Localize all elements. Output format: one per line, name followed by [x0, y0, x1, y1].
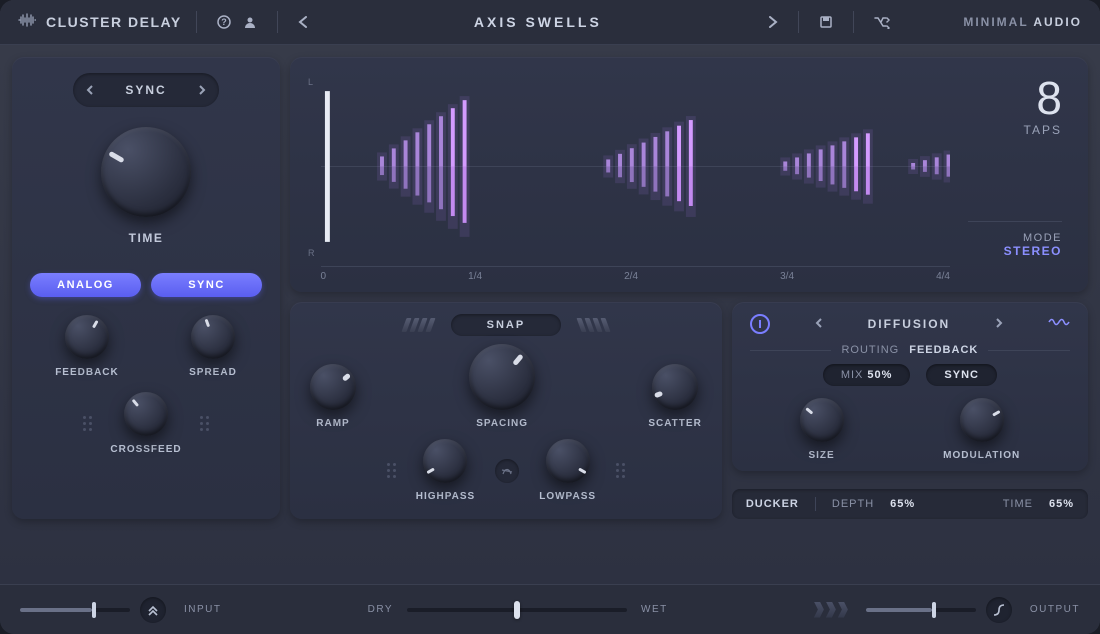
sync-button[interactable]: SYNC	[151, 273, 262, 297]
output-curve-button[interactable]	[986, 597, 1012, 623]
highpass-knob[interactable]	[423, 439, 467, 483]
viz-mode-label: MODE	[968, 232, 1062, 244]
input-label: INPUT	[184, 604, 222, 615]
dry-label: DRY	[368, 604, 393, 615]
diffusion-power-button[interactable]	[750, 314, 770, 334]
channel-l-label: L	[308, 77, 315, 87]
diffusion-title: DIFFUSION	[868, 317, 951, 331]
plugin-title: CLUSTER DELAY	[46, 14, 182, 30]
taps-count[interactable]: 8	[1024, 75, 1062, 121]
drag-handle-icon	[387, 463, 396, 478]
routing-value[interactable]: FEEDBACK	[909, 344, 978, 356]
ducker-depth-value[interactable]: 65%	[890, 498, 915, 510]
diffusion-next-button[interactable]	[991, 315, 1007, 333]
drag-handle-icon	[200, 416, 209, 431]
brand-label: MINIMAL AUDIO	[963, 15, 1082, 29]
filter-bypass-icon[interactable]	[495, 459, 519, 483]
save-button[interactable]	[813, 11, 839, 33]
axis-tick: 0	[321, 271, 327, 282]
input-slider[interactable]	[20, 608, 130, 612]
preset-next-button[interactable]	[762, 12, 784, 32]
preset-prev-button[interactable]	[292, 12, 314, 32]
svg-text:?: ?	[221, 17, 227, 27]
viz-mode-value[interactable]: STEREO	[968, 244, 1062, 258]
shuffle-button[interactable]	[868, 11, 896, 33]
time-mode-label: SYNC	[103, 79, 188, 101]
ducker-time-label: TIME	[1003, 498, 1033, 510]
scatter-label: SCATTER	[648, 418, 701, 429]
ducker-time-value[interactable]: 65%	[1049, 498, 1074, 510]
input-expand-button[interactable]	[140, 597, 166, 623]
output-slider[interactable]	[866, 608, 976, 612]
time-mode-next[interactable]	[189, 77, 215, 103]
wet-label: WET	[641, 604, 668, 615]
crossfeed-label: CROSSFEED	[110, 444, 181, 455]
drag-handle-icon	[616, 463, 625, 478]
spacing-label: SPACING	[476, 418, 528, 429]
time-knob-label: TIME	[129, 231, 164, 245]
ramp-knob[interactable]	[310, 364, 356, 410]
analog-button[interactable]: ANALOG	[30, 273, 141, 297]
feedback-knob[interactable]	[65, 315, 109, 359]
spacing-knob[interactable]	[469, 344, 535, 410]
feedback-label: FEEDBACK	[55, 367, 119, 378]
plugin-logo-icon	[18, 13, 36, 32]
axis-tick: 3/4	[780, 271, 794, 282]
highpass-label: HIGHPASS	[416, 491, 476, 502]
ramp-label: RAMP	[316, 418, 349, 429]
decoration-stripes-icon	[579, 318, 608, 332]
channel-r-label: R	[308, 248, 315, 258]
preset-name[interactable]: AXIS SWELLS	[314, 14, 762, 30]
user-button[interactable]	[237, 11, 263, 33]
lowpass-knob[interactable]	[546, 439, 590, 483]
axis-tick: 2/4	[624, 271, 638, 282]
taps-label: TAPS	[1024, 123, 1062, 137]
ducker-label: DUCKER	[746, 498, 799, 510]
lowpass-label: LOWPASS	[539, 491, 596, 502]
axis-tick: 4/4	[936, 271, 950, 282]
size-label: SIZE	[808, 450, 834, 461]
decoration-chevrons-icon	[814, 602, 848, 618]
axis-tick: 1/4	[468, 271, 482, 282]
scatter-knob[interactable]	[652, 364, 698, 410]
time-mode-stepper[interactable]: SYNC	[73, 73, 218, 107]
mix-control[interactable]: MIX50%	[823, 364, 911, 386]
decoration-stripes-icon	[404, 318, 433, 332]
diffusion-prev-button[interactable]	[811, 315, 827, 333]
crossfeed-knob[interactable]	[124, 392, 168, 436]
routing-label: ROUTING	[841, 344, 899, 356]
output-label: OUTPUT	[1030, 604, 1080, 615]
ducker-depth-label: DEPTH	[832, 498, 874, 510]
spread-knob[interactable]	[191, 315, 235, 359]
help-button[interactable]: ?	[211, 11, 237, 33]
spread-label: SPREAD	[189, 367, 237, 378]
diffusion-sync-button[interactable]: SYNC	[926, 364, 997, 386]
drywet-slider[interactable]	[407, 608, 627, 612]
modulation-label: MODULATION	[943, 450, 1020, 461]
diffusion-wave-icon	[1048, 315, 1070, 333]
modulation-knob[interactable]	[960, 398, 1004, 442]
snap-button[interactable]: SNAP	[451, 314, 562, 336]
drag-handle-icon	[83, 416, 92, 431]
time-mode-prev[interactable]	[77, 77, 103, 103]
tap-visualizer[interactable]	[321, 71, 951, 262]
ducker-bar[interactable]: DUCKER DEPTH 65% TIME 65%	[732, 489, 1088, 519]
time-knob[interactable]	[101, 127, 191, 217]
size-knob[interactable]	[800, 398, 844, 442]
